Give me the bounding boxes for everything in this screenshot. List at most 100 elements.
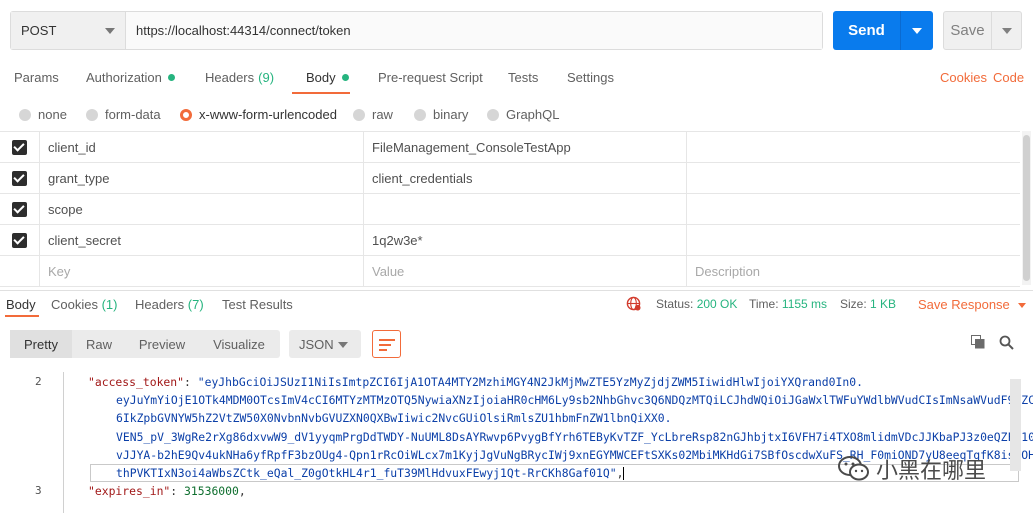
tab-test-results-label: Test Results xyxy=(222,297,293,312)
time-value[interactable]: 1155 ms xyxy=(782,297,827,311)
tab-response-body[interactable]: Body xyxy=(6,297,36,312)
request-tabs: Params Authorization Headers (9) Body Pre… xyxy=(0,62,1033,94)
tab-params[interactable]: Params xyxy=(14,70,59,85)
view-pretty-button[interactable]: Pretty xyxy=(10,330,72,358)
radio-graphql-label: GraphQL xyxy=(506,107,560,122)
method-select[interactable]: POST xyxy=(11,12,126,49)
method-label: POST xyxy=(21,23,57,38)
radio-icon xyxy=(19,108,31,121)
code-link[interactable]: Code xyxy=(993,70,1024,85)
search-icon[interactable] xyxy=(999,335,1014,350)
globe-warning-icon[interactable] xyxy=(626,296,641,311)
tab-body[interactable]: Body xyxy=(306,70,349,85)
radio-none[interactable]: none xyxy=(19,107,67,122)
new-description-input[interactable]: Description xyxy=(686,256,1020,286)
text-cursor xyxy=(623,467,625,480)
tab-response-body-label: Body xyxy=(6,297,36,312)
new-value-input[interactable]: Value xyxy=(363,256,686,286)
param-description[interactable] xyxy=(686,194,1020,224)
param-description[interactable] xyxy=(686,132,1020,162)
table-row: scope xyxy=(0,194,1020,225)
row-checkbox[interactable] xyxy=(0,194,39,224)
tab-test-results[interactable]: Test Results xyxy=(222,297,293,312)
active-tab-indicator xyxy=(292,92,350,94)
cookies-link[interactable]: Cookies xyxy=(940,70,987,85)
line-number: 3 xyxy=(35,484,42,497)
tab-response-headers[interactable]: Headers (7) xyxy=(135,297,204,312)
format-label: JSON xyxy=(299,336,334,352)
tab-settings[interactable]: Settings xyxy=(567,70,614,85)
url-input[interactable]: https://localhost:44314/connect/token xyxy=(126,12,822,49)
indent-guide xyxy=(63,372,64,513)
chevron-down-icon xyxy=(338,342,348,348)
param-value[interactable]: FileManagement_ConsoleTestApp xyxy=(363,132,686,162)
param-value[interactable]: client_credentials xyxy=(363,163,686,193)
tab-pre-request-script[interactable]: Pre-request Script xyxy=(378,70,483,85)
radio-icon xyxy=(487,108,499,121)
radio-icon xyxy=(353,108,365,121)
radio-form-data[interactable]: form-data xyxy=(86,107,161,122)
watermark: 小黑在哪里 xyxy=(838,453,986,485)
row-checkbox-empty xyxy=(0,256,39,286)
tab-tests[interactable]: Tests xyxy=(508,70,538,85)
tab-headers[interactable]: Headers (9) xyxy=(205,70,274,85)
response-code-editor[interactable]: 2 3 "access_token": "eyJhbGciOiJSUzI1NiI… xyxy=(0,372,1033,513)
code-line: "access_token": "eyJhbGciOiJSUzI1NiIsImt… xyxy=(88,375,863,389)
size-value[interactable]: 1 KB xyxy=(870,297,896,311)
radio-icon xyxy=(86,108,98,121)
status-value[interactable]: 200 OK xyxy=(697,297,738,311)
radio-raw[interactable]: raw xyxy=(353,107,393,122)
radio-icon xyxy=(414,108,426,121)
radio-urlencoded-label: x-www-form-urlencoded xyxy=(199,107,337,122)
scrollbar-thumb[interactable] xyxy=(1023,135,1030,281)
radio-graphql[interactable]: GraphQL xyxy=(487,107,559,122)
radio-x-www-form-urlencoded[interactable]: x-www-form-urlencoded xyxy=(180,107,337,122)
wrap-lines-button[interactable] xyxy=(372,330,401,358)
json-string: 6IkZpbGVNYW5hZ2VtZW50X0NvbnNvbGVUZXN0QXB… xyxy=(116,411,672,425)
response-header: Body Cookies (1) Headers (7) Test Result… xyxy=(0,290,1033,317)
param-value[interactable]: 1q2w3e* xyxy=(363,225,686,255)
view-raw-button[interactable]: Raw xyxy=(72,330,126,358)
radio-binary[interactable]: binary xyxy=(414,107,468,122)
code-line: 6IkZpbGVNYW5hZ2VtZW50X0NvbnNvbGVUZXN0QXB… xyxy=(116,411,671,425)
format-select[interactable]: JSON xyxy=(289,330,361,358)
checkbox-checked-icon xyxy=(12,201,27,217)
row-checkbox[interactable] xyxy=(0,163,39,193)
time-label: Time: xyxy=(749,297,779,311)
json-string: thPVKTIxN3oi4aWbsZCtk_eQal_Z0gOtkHL4r1_f… xyxy=(116,466,617,480)
checkbox-checked-icon xyxy=(12,232,27,248)
param-key[interactable]: client_id xyxy=(39,132,363,162)
param-description[interactable] xyxy=(686,163,1020,193)
param-value[interactable] xyxy=(363,194,686,224)
tab-authorization-label: Authorization xyxy=(86,70,162,85)
param-key[interactable]: client_secret xyxy=(39,225,363,255)
editor-scrollbar[interactable] xyxy=(1010,379,1021,471)
headers-count: (9) xyxy=(258,70,275,85)
param-key[interactable]: grant_type xyxy=(39,163,363,193)
row-checkbox[interactable] xyxy=(0,225,39,255)
param-key[interactable]: scope xyxy=(39,194,363,224)
new-key-input[interactable]: Key xyxy=(39,256,363,286)
params-scrollbar[interactable] xyxy=(1022,131,1031,285)
save-response-button[interactable]: Save Response xyxy=(918,297,1026,312)
code-line: "expires_in": 31536000, xyxy=(88,484,246,498)
table-row-new: Key Value Description xyxy=(0,256,1020,287)
chevron-down-icon xyxy=(105,28,115,34)
save-button[interactable]: Save xyxy=(943,11,1022,50)
response-headers-count: (7) xyxy=(187,297,204,312)
active-tab-indicator xyxy=(5,315,39,317)
cookies-count: (1) xyxy=(101,297,118,312)
tab-response-cookies[interactable]: Cookies (1) xyxy=(51,297,117,312)
send-dropdown-icon[interactable] xyxy=(901,11,933,50)
tab-authorization[interactable]: Authorization xyxy=(86,70,175,85)
json-string: VEN5_pV_3WgRe2rXg86dxvwW9_dV1yyqmPrgDdTW… xyxy=(116,430,1033,444)
tab-tests-label: Tests xyxy=(508,70,539,85)
save-dropdown-icon[interactable] xyxy=(992,12,1021,49)
view-visualize-button[interactable]: Visualize xyxy=(198,330,280,358)
params-table: client_id FileManagement_ConsoleTestApp … xyxy=(0,131,1020,287)
copy-icon[interactable] xyxy=(971,335,985,349)
send-button[interactable]: Send xyxy=(833,11,933,50)
view-preview-button[interactable]: Preview xyxy=(126,330,198,358)
param-description[interactable] xyxy=(686,225,1020,255)
row-checkbox[interactable] xyxy=(0,132,39,162)
